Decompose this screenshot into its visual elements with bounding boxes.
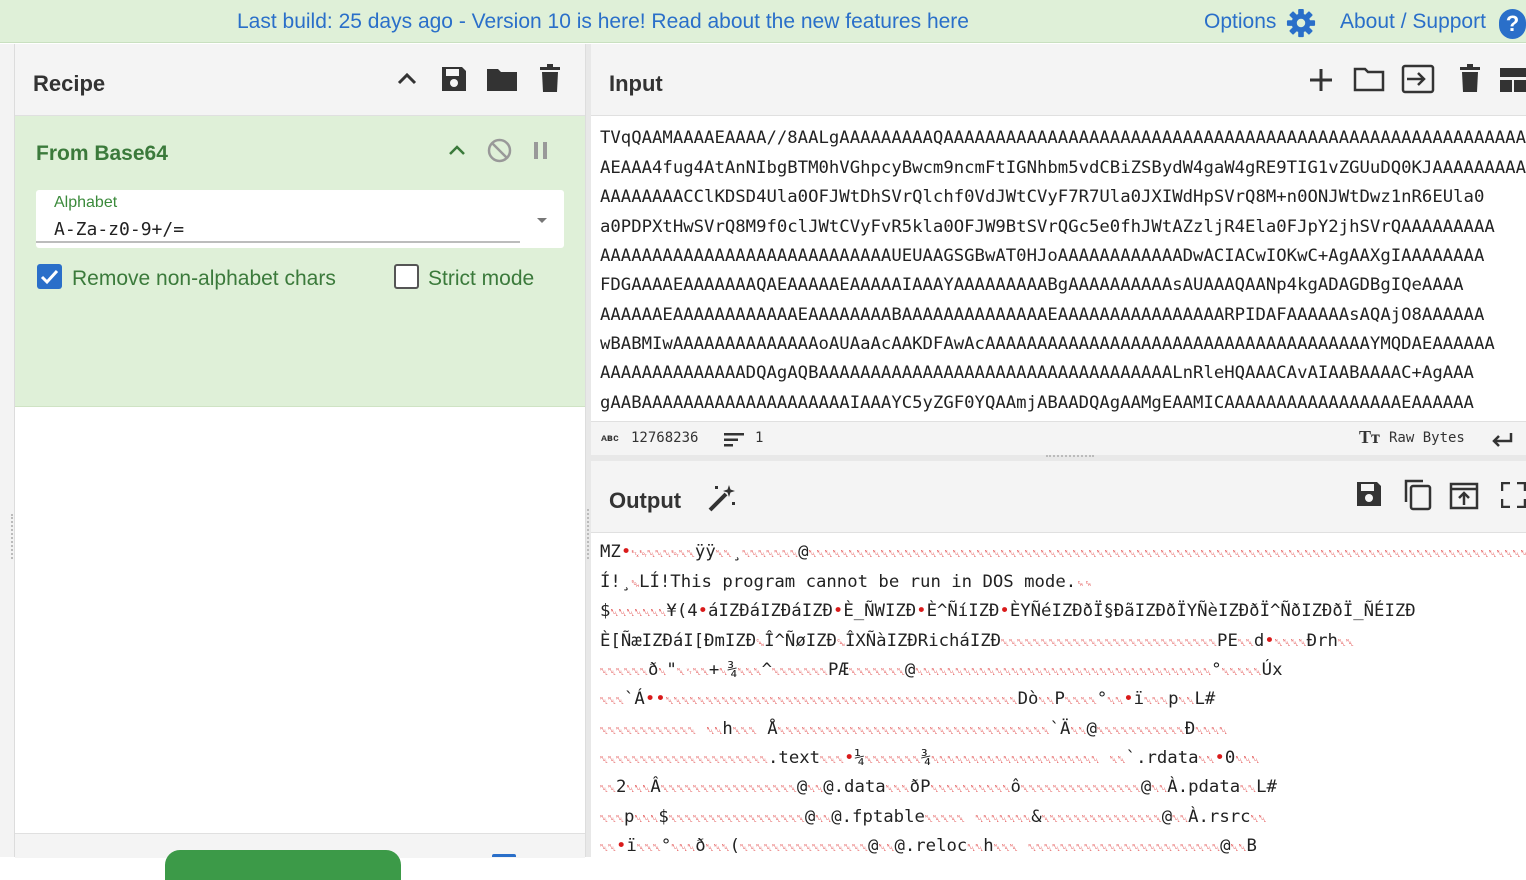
output-line: MZ•␃␄␀␀␀␄␀␀ÿÿ␀␀¸␀␀␀␀␀␀␀@␀␀␀␀␀␀␀␀␀␀␀␀␀␀␀␀…: [600, 542, 1526, 562]
checkmark-icon: [40, 269, 59, 285]
about-support-link[interactable]: About / Support: [1340, 10, 1486, 34]
remove-nonalpha-checkbox[interactable]: [37, 264, 62, 289]
output-line: ␀␀␀␀␀␀␀␀␀␀␀␀␀␀␀␀␀␀␀␀␀.text␀␀␀•¼␀␀␀␀␀␀␀¾␀…: [600, 748, 1260, 768]
build-notice-link[interactable]: Last build: 25 days ago - Version 10 is …: [237, 10, 969, 34]
strict-mode-label[interactable]: Strict mode: [428, 267, 534, 291]
io-panel: Input TVqQAAMAAAAEAAAA//8AALgAAAAAAAAAQA…: [586, 44, 1526, 857]
input-line: AAAAAAAACClKDSD4Ula0OFJWtDhSVrQlchf0VdJW…: [600, 187, 1485, 207]
input-line: AAAAAAEAAAAAAAAAAAAEAAAAAAAABAAAAAAAAAAA…: [600, 305, 1485, 325]
add-tab-icon[interactable]: [1309, 68, 1333, 92]
replace-input-icon[interactable]: [1449, 480, 1479, 510]
layout-icon[interactable]: [1500, 68, 1526, 92]
lines-icon: [724, 433, 744, 447]
input-line: TVqQAAMAAAAEAAAA//8AALgAAAAAAAAAQAAAAAAA…: [600, 128, 1526, 148]
top-banner: Last build: 25 days ago - Version 10 is …: [0, 0, 1526, 43]
input-line: AAAAAAAAAAAAAAAAAAAAAAAAAAAAUEUAAGSGBwAT…: [600, 246, 1485, 266]
fullscreen-icon[interactable]: [1501, 482, 1526, 508]
output-line: ␀␀␀p␀␀␀$␀␀␀␀␀␀␀␀␀␀␀␀␀␀␀␀␀@␀␀@.fptable␀␀␀…: [600, 807, 1267, 827]
disable-icon[interactable]: [487, 138, 512, 163]
magic-wand-icon[interactable]: [707, 483, 737, 513]
operation-from-base64[interactable]: From Base64 Alphabet A-Za-z0-9+/= Remove…: [15, 116, 585, 407]
output-textarea[interactable]: MZ•␃␄␀␀␀␄␀␀ÿÿ␀␀¸␀␀␀␀␀␀␀@␀␀␀␀␀␀␀␀␀␀␀␀␀␀␀␀…: [591, 533, 1526, 857]
text-length-icon: ᴀʙᴄ: [601, 433, 620, 444]
save-icon[interactable]: [440, 65, 468, 93]
alphabet-value[interactable]: A-Za-z0-9+/=: [54, 219, 184, 240]
input-line: AEAAA4fug4AtAnNIbgBTM0hVGhpcyBwcm9ncmFtI…: [600, 158, 1526, 178]
save-output-icon[interactable]: [1355, 480, 1383, 508]
strict-mode-checkbox[interactable]: [394, 264, 419, 289]
open-folder-icon[interactable]: [1353, 66, 1385, 92]
input-encoding[interactable]: Raw Bytes: [1389, 430, 1465, 446]
input-title: Input: [609, 71, 663, 96]
options-link[interactable]: Options: [1204, 10, 1276, 34]
operation-name: From Base64: [36, 142, 168, 165]
output-line: ␀␀␀`Á••␀␀␀␀␀␀␀␀␀␀␀␀␀␀␀␀␀␀␀␀␀␀␀␀␀␀␀␀␀␀␀␀␀…: [600, 689, 1216, 709]
auto-bake-checkbox[interactable]: [492, 854, 516, 865]
help-icon[interactable]: ?: [1499, 9, 1526, 39]
output-line: ␀␀␀␀␀␀␀␀␀␀␀␀ ␀␀h␀␀␀ Å␀␀␀␀␀␀␀␀␀␀␀␀␀␀␀␀␀␀␀…: [600, 719, 1228, 739]
output-line: ␀␀•ï␀␀␀°␀␀␀ð␀␀␀(␀␀␀␀␀␀␀␀␀␀␀␀␀␀␀␀@␀␀@.rel…: [600, 836, 1257, 856]
input-lines-count: 1: [755, 430, 764, 446]
chevron-up-icon[interactable]: [396, 70, 418, 86]
field-underline: [36, 241, 520, 243]
recipe-footer: [15, 833, 585, 880]
output-title: Output: [609, 488, 682, 513]
output-line: ␀␀␀␀␀␀ð␀"␀␋␀␀+␀¾␀␀␀^␀␀␀␀␀␀␀PÆ␀␀␀␀␀␀␀@␀␀␀…: [600, 660, 1283, 680]
bake-button[interactable]: [165, 850, 401, 880]
remove-nonalpha-label[interactable]: Remove non-alphabet chars: [72, 267, 336, 291]
copy-icon[interactable]: [1402, 478, 1432, 511]
output-header: Output: [591, 461, 1526, 533]
gear-icon[interactable]: [1285, 8, 1317, 38]
output-line: ␀␀2␀␀␀Â␀␀␀␀␀␀␀␀␀␀␀␀␀␀␀␀␀@␀␀@.data␀␀␀ðP␀␀…: [600, 777, 1277, 797]
alphabet-label: Alphabet: [54, 194, 118, 211]
collapse-chevron-icon[interactable]: [448, 143, 466, 157]
input-line: AAAAAAAAAAAAAADQAgAQBAAAAAAAAAAAAAAAAAAA…: [600, 363, 1474, 383]
operations-panel-edge: [0, 44, 15, 857]
output-line: $␀␀␀␀␀␀␀¥(4•áIZÐáIZÐáIZÐ•È_ÑWIZÐ•È^ÑíIZÐ…: [600, 601, 1416, 621]
pause-icon[interactable]: [534, 142, 548, 159]
alphabet-select[interactable]: Alphabet A-Za-z0-9+/=: [36, 190, 564, 248]
recipe-panel: Recipe From Base64 Alphabet A-Za-z0-9+/=…: [15, 44, 586, 880]
dropdown-caret-icon[interactable]: [537, 218, 547, 223]
clear-input-trash-icon[interactable]: [1459, 64, 1481, 93]
input-header: Input: [591, 44, 1526, 116]
input-line: a0PDPXtHwSVrQ8M9f0clJWtCVyFvR5kla0OFJW9B…: [600, 217, 1495, 237]
text-format-icon[interactable]: Tт: [1359, 427, 1380, 448]
output-line: È[ÑæIZÐáI[ÐmIZÐ␘Î^ÑøIZÐ␘ÎXÑàIZÐRicháIZÐ␀…: [600, 631, 1354, 651]
output-line: Í!¸␁LÍ!This program cannot be run in DOS…: [600, 572, 1093, 592]
input-line: FDGAAAAEAAAAAAAQAEAAAAAEAAAAAIAAAYAAAAAA…: [600, 275, 1464, 295]
input-length: 12768236: [631, 430, 699, 446]
input-line: wBABMIwAAAAAAAAAAAAAAoAUAaAcAAKDFAwAcAAA…: [600, 334, 1495, 354]
recipe-title: Recipe: [33, 71, 106, 96]
input-status-bar: ᴀʙᴄ 12768236 1 Tт Raw Bytes: [591, 421, 1526, 456]
input-textarea[interactable]: TVqQAAMAAAAEAAAA//8AALgAAAAAAAAAQAAAAAAA…: [591, 116, 1526, 421]
folder-icon[interactable]: [486, 66, 518, 92]
pane-resize-handle[interactable]: [1046, 455, 1094, 460]
trash-icon[interactable]: [539, 64, 561, 93]
input-line: gAABAAAAAAAAAAAAAAAAAAAAIAAAYC5yZGF0YQAA…: [600, 393, 1474, 413]
recipe-header: Recipe: [15, 44, 585, 116]
word-wrap-icon[interactable]: [1491, 432, 1513, 448]
open-file-icon[interactable]: [1401, 64, 1435, 94]
